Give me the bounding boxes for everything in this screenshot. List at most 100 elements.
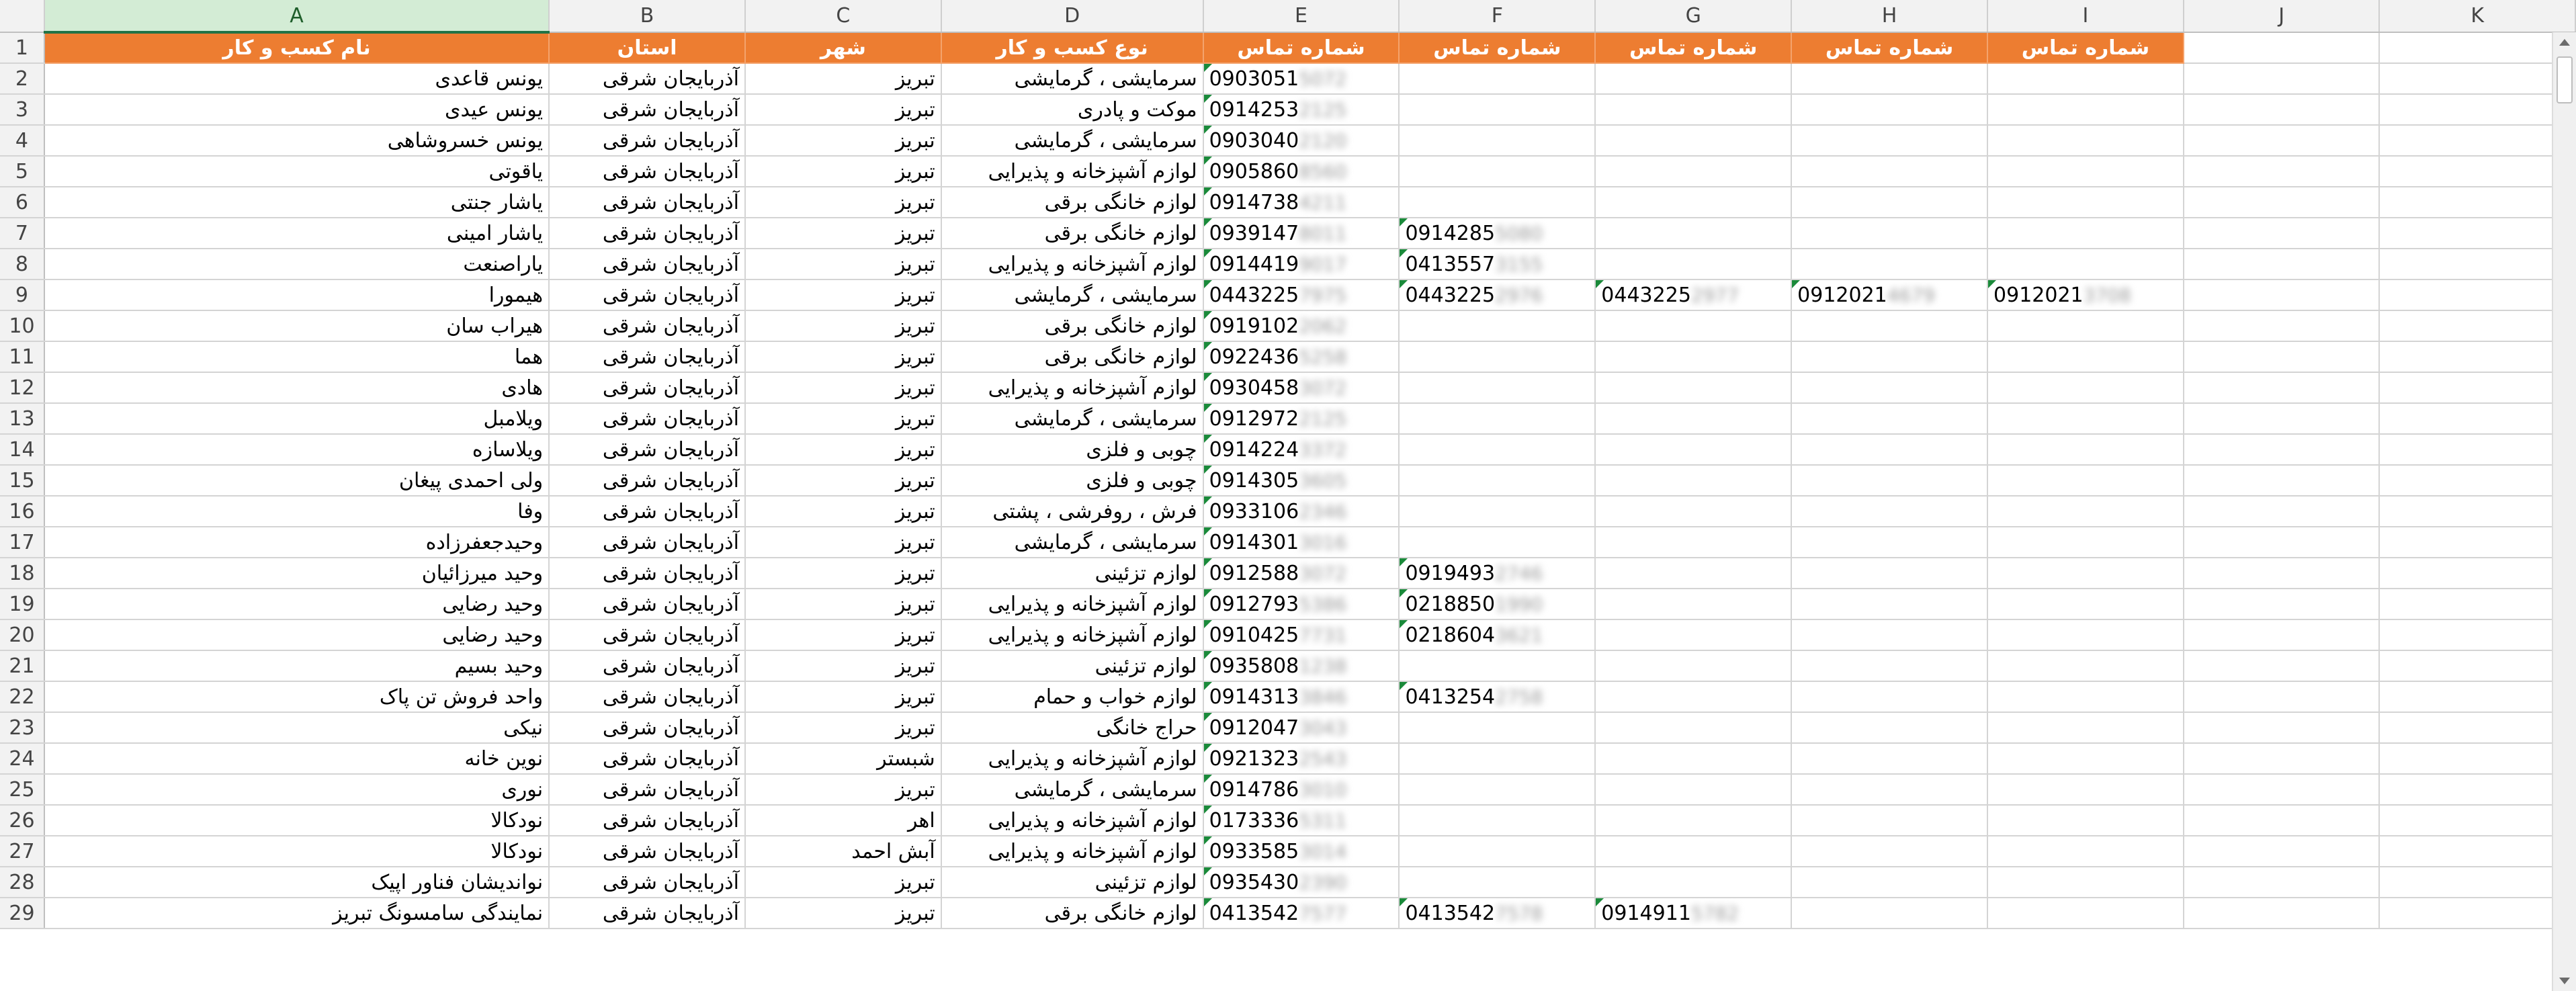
phone-cell[interactable] (1987, 527, 2184, 558)
business-name-cell[interactable]: یونس عیدی (44, 94, 550, 126)
empty-cell[interactable] (2183, 743, 2380, 775)
phone-cell[interactable] (1791, 774, 1989, 806)
phone-cell[interactable]: 09129722125 (1203, 403, 1400, 435)
phone-cell[interactable] (1791, 650, 1989, 682)
business-type-cell[interactable]: سرمایشی ، گرمایشی (941, 63, 1204, 95)
phone-cell[interactable] (1595, 341, 1793, 373)
empty-cell[interactable] (2183, 836, 2380, 867)
business-type-cell[interactable]: موکت و پادری (941, 94, 1204, 126)
empty-cell[interactable] (2183, 867, 2380, 898)
phone-cell[interactable] (1399, 63, 1596, 95)
phone-cell[interactable] (1987, 403, 2184, 435)
empty-cell[interactable] (2183, 496, 2380, 527)
phone-cell[interactable] (1791, 836, 1989, 867)
business-type-cell[interactable]: لوازم آشپزخانه و پذیرایی (941, 619, 1204, 651)
empty-cell[interactable] (2183, 249, 2380, 280)
province-cell[interactable]: آذربایجان شرقی (549, 372, 746, 404)
phone-cell[interactable] (1595, 94, 1793, 126)
empty-cell[interactable] (2183, 156, 2380, 187)
phone-cell[interactable]: 04432257975 (1203, 279, 1400, 311)
empty-cell[interactable] (2379, 218, 2576, 249)
empty-cell[interactable] (2379, 589, 2576, 620)
phone-cell[interactable] (1987, 218, 2184, 249)
province-cell[interactable]: آذربایجان شرقی (549, 434, 746, 466)
phone-cell[interactable] (1791, 218, 1989, 249)
business-type-cell[interactable]: حراج خانگی (941, 712, 1204, 744)
phone-cell[interactable]: 09335853014 (1203, 836, 1400, 867)
business-type-cell[interactable]: لوازم تزئینی (941, 650, 1204, 682)
business-name-cell[interactable]: هیمورا (44, 279, 550, 311)
empty-cell[interactable] (2183, 774, 2380, 806)
phone-cell[interactable] (1399, 867, 1596, 898)
business-name-cell[interactable]: نوین خانه (44, 743, 550, 775)
city-cell[interactable]: آبش احمد (745, 836, 942, 867)
empty-cell[interactable] (2379, 372, 2576, 404)
province-cell[interactable]: آذربایجان شرقی (549, 279, 746, 311)
empty-cell[interactable] (2183, 434, 2380, 466)
phone-cell[interactable] (1595, 712, 1793, 744)
phone-cell[interactable] (1595, 434, 1793, 466)
empty-cell[interactable] (2379, 403, 2576, 435)
business-type-cell[interactable]: چوبی و فلزی (941, 465, 1204, 497)
row-number[interactable]: 4 (0, 125, 45, 157)
row-number[interactable]: 22 (0, 681, 45, 713)
business-name-cell[interactable]: نیکی (44, 712, 550, 744)
phone-cell[interactable]: 02188501990 (1399, 589, 1596, 620)
row-number[interactable]: 27 (0, 836, 45, 867)
phone-cell[interactable]: 09391478011 (1203, 218, 1400, 249)
empty-cell[interactable] (2379, 187, 2576, 218)
phone-cell[interactable] (1987, 558, 2184, 589)
empty-cell[interactable] (2379, 558, 2576, 589)
province-cell[interactable]: آذربایجان شرقی (549, 94, 746, 126)
province-cell[interactable]: آذربایجان شرقی (549, 63, 746, 95)
city-cell[interactable]: تبریز (745, 712, 942, 744)
phone-cell[interactable] (1399, 465, 1596, 497)
phone-cell[interactable]: 04132542758 (1399, 681, 1596, 713)
phone-cell[interactable] (1987, 650, 2184, 682)
phone-cell[interactable] (1987, 187, 2184, 218)
phone-cell[interactable]: 09030515072 (1203, 63, 1400, 95)
row-number[interactable]: 3 (0, 94, 45, 126)
column-header-f[interactable]: F (1399, 0, 1596, 33)
business-name-cell[interactable]: نوری (44, 774, 550, 806)
business-type-cell[interactable]: لوازم خواب و حمام (941, 681, 1204, 713)
phone-cell[interactable] (1987, 310, 2184, 342)
city-cell[interactable]: تبریز (745, 527, 942, 558)
column-header-a[interactable]: A (44, 0, 550, 34)
province-cell[interactable]: آذربایجان شرقی (549, 527, 746, 558)
column-header-g[interactable]: G (1595, 0, 1793, 33)
phone-cell[interactable] (1791, 125, 1989, 157)
scroll-thumb[interactable] (2557, 56, 2573, 103)
phone-cell[interactable] (1399, 94, 1596, 126)
province-cell[interactable]: آذربایجان شرقی (549, 156, 746, 187)
phone-cell[interactable] (1595, 619, 1793, 651)
phone-cell[interactable] (1399, 496, 1596, 527)
province-cell[interactable]: آذربایجان شرقی (549, 310, 746, 342)
phone-cell[interactable] (1791, 465, 1989, 497)
phone-cell[interactable] (1595, 156, 1793, 187)
city-cell[interactable]: تبریز (745, 341, 942, 373)
phone-cell[interactable] (1987, 63, 2184, 95)
select-all-corner[interactable] (0, 0, 45, 33)
empty-cell[interactable] (2379, 465, 2576, 497)
phone-cell[interactable] (1791, 94, 1989, 126)
phone-cell[interactable] (1987, 867, 2184, 898)
phone-cell[interactable]: 09104257731 (1203, 619, 1400, 651)
phone-cell[interactable]: 09142532125 (1203, 94, 1400, 126)
phone-cell[interactable]: 09143133846 (1203, 681, 1400, 713)
column-header-j[interactable]: J (2183, 0, 2380, 33)
phone-cell[interactable]: 04135427577 (1203, 898, 1400, 929)
province-cell[interactable]: آذربایجان شرقی (549, 619, 746, 651)
province-cell[interactable]: آذربایجان شرقی (549, 187, 746, 218)
province-cell[interactable]: آذربایجان شرقی (549, 743, 746, 775)
phone-cell[interactable] (1595, 867, 1793, 898)
phone-cell[interactable] (1791, 372, 1989, 404)
city-cell[interactable]: تبریز (745, 558, 942, 589)
business-type-cell[interactable]: لوازم خانگی برقی (941, 341, 1204, 373)
header-cell[interactable]: نام کسب و کار (44, 32, 550, 64)
phone-cell[interactable] (1987, 372, 2184, 404)
empty-cell[interactable] (2183, 310, 2380, 342)
phone-cell[interactable]: 01733365311 (1203, 805, 1400, 836)
phone-cell[interactable] (1399, 341, 1596, 373)
business-name-cell[interactable]: یونس قاعدی (44, 63, 550, 95)
